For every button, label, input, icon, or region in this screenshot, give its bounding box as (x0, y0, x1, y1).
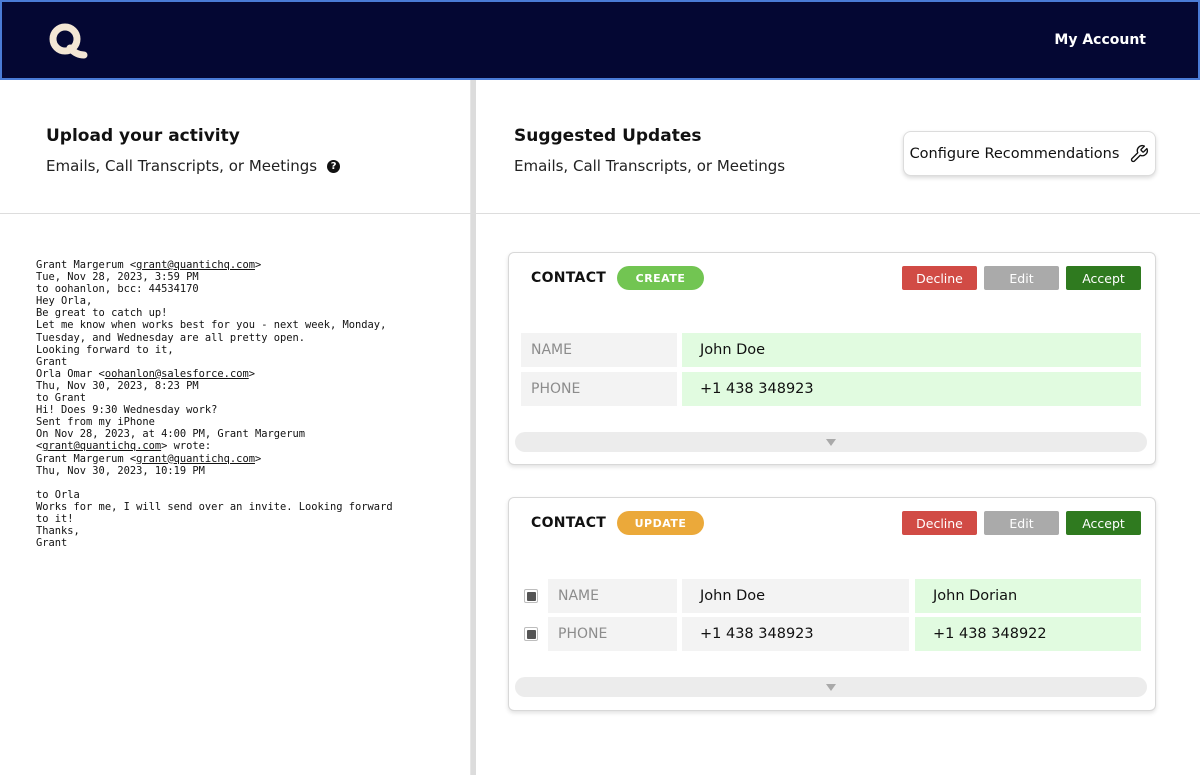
record-type-label: CONTACT (531, 270, 607, 286)
column-divider[interactable] (470, 80, 476, 775)
checkbox-checked-mark (526, 629, 536, 639)
create-badge: CREATE (617, 266, 704, 290)
accept-button[interactable]: Accept (1066, 511, 1141, 535)
transcript-line: Tue, Nov 28, 2023, 3:59 PM (36, 271, 199, 284)
transcript-line: On Nov 28, 2023, at 4:00 PM, Grant Marge… (36, 428, 305, 441)
transcript-line: Looking forward to it, (36, 343, 174, 356)
transcript-line: Let me know when works best for you - ne… (36, 319, 387, 332)
field-old-value-phone: +1 438 348923 (682, 617, 909, 651)
field-new-value-name[interactable]: John Dorian (915, 579, 1141, 613)
transcript-line: <grant@quantichq.com> wrote: (36, 440, 212, 453)
email-address-link[interactable]: grant@quantichq.com (136, 453, 255, 465)
update-badge: UPDATE (617, 511, 704, 535)
upload-activity-subtitle: Emails, Call Transcripts, or Meetings ? (46, 157, 341, 175)
email-address-link[interactable]: grant@quantichq.com (42, 440, 161, 452)
decline-button[interactable]: Decline (902, 266, 977, 290)
transcript-line: Sent from my iPhone (36, 416, 155, 429)
configure-recommendations-button[interactable]: Configure Recommendations (903, 131, 1156, 176)
field-value-name[interactable]: John Doe (682, 333, 1141, 367)
edit-button[interactable]: Edit (984, 511, 1059, 535)
checkbox-checked-mark (526, 591, 536, 601)
email-address-link[interactable]: grant@quantichq.com (136, 259, 255, 271)
transcript-line: Thu, Nov 30, 2023, 10:19 PM (36, 464, 205, 477)
transcript-line: Thu, Nov 30, 2023, 8:23 PM (36, 379, 199, 392)
email-address-link[interactable]: oohanlon@salesforce.com (105, 368, 249, 380)
accept-button[interactable]: Accept (1066, 266, 1141, 290)
suggested-updates-subtitle-text: Emails, Call Transcripts, or Meetings (514, 157, 786, 175)
transcript-line: Orla Omar <oohanlon@salesforce.com> (36, 367, 255, 380)
logo-icon[interactable] (46, 22, 88, 64)
field-checkbox-phone[interactable] (524, 627, 538, 641)
field-checkbox-name[interactable] (524, 589, 538, 603)
chevron-down-icon (826, 438, 836, 446)
email-transcript[interactable]: Grant Margerum <grant@quantichq.com> Tue,… (36, 259, 456, 549)
suggested-updates-title: Suggested Updates (514, 126, 702, 146)
record-type-label: CONTACT (531, 515, 607, 531)
transcript-line: to Grant (36, 392, 87, 405)
transcript-line (36, 477, 456, 489)
expand-card-button[interactable] (515, 432, 1147, 452)
transcript-line: Grant (36, 537, 68, 550)
section-divider (0, 213, 1200, 214)
field-label-name: NAME (521, 333, 677, 367)
expand-card-button[interactable] (515, 677, 1147, 697)
transcript-line: to it! (36, 512, 74, 525)
transcript-line: Grant Margerum <grant@quantichq.com> (36, 259, 262, 271)
field-label-phone: PHONE (521, 372, 677, 406)
suggestion-card-update: CONTACT UPDATE Decline Edit Accept NAME … (508, 497, 1156, 711)
transcript-line: Tuesday, and Wednesday are all pretty op… (36, 331, 305, 344)
wrench-icon (1131, 144, 1149, 162)
transcript-line: Hey Orla, (36, 295, 93, 308)
top-navigation-bar: My Account (0, 0, 1200, 80)
edit-button[interactable]: Edit (984, 266, 1059, 290)
help-icon[interactable]: ? (327, 159, 341, 173)
transcript-line: Grant Margerum <grant@quantichq.com> (36, 452, 262, 465)
transcript-line: to oohanlon, bcc: 44534170 (36, 283, 199, 296)
transcript-line: Thanks, (36, 525, 80, 538)
transcript-line: Hi! Does 9:30 Wednesday work? (36, 404, 218, 417)
chevron-down-icon (826, 683, 836, 691)
transcript-line: Be great to catch up! (36, 307, 168, 320)
field-new-value-phone[interactable]: +1 438 348922 (915, 617, 1141, 651)
transcript-line: Works for me, I will send over an invite… (36, 500, 393, 513)
transcript-line: to Orla (36, 488, 80, 501)
field-old-value-name: John Doe (682, 579, 909, 613)
field-value-phone[interactable]: +1 438 348923 (682, 372, 1141, 406)
field-label-phone: PHONE (548, 617, 677, 651)
suggestion-card-create: CONTACT CREATE Decline Edit Accept NAME … (508, 252, 1156, 465)
configure-recommendations-label: Configure Recommendations (909, 145, 1120, 162)
upload-activity-subtitle-text: Emails, Call Transcripts, or Meetings (46, 157, 318, 175)
decline-button[interactable]: Decline (902, 511, 977, 535)
suggested-updates-subtitle: Emails, Call Transcripts, or Meetings (514, 157, 785, 175)
my-account-link[interactable]: My Account (1054, 32, 1146, 48)
transcript-line: Grant (36, 355, 68, 368)
upload-activity-title: Upload your activity (46, 126, 240, 146)
field-label-name: NAME (548, 579, 677, 613)
